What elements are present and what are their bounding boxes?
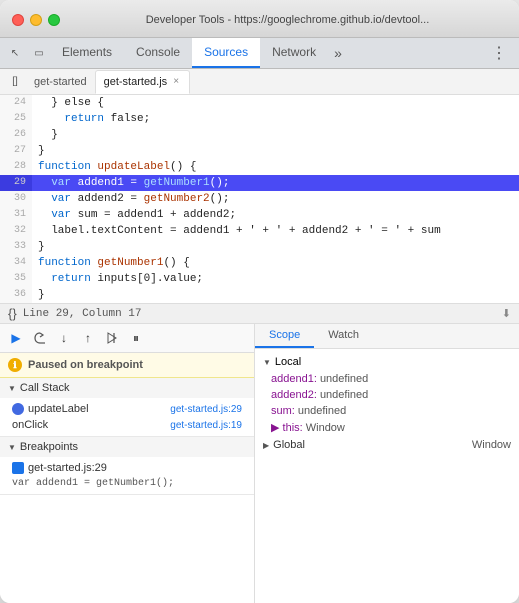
code-line-24: 24 } else {	[0, 95, 519, 111]
breakpoints-header[interactable]: ▼ Breakpoints	[0, 437, 254, 457]
devtools-tabs: Elements Console Sources Network »	[50, 38, 483, 68]
scope-var-addend2: addend2: undefined	[255, 387, 519, 403]
cursor-icon[interactable]: ↖	[4, 42, 26, 64]
code-line-30: 30 var addend2 = getNumber2();	[0, 191, 519, 207]
stack-fn-2: onClick	[12, 419, 166, 431]
tab-bar-left: ↖ ▭	[4, 42, 50, 64]
paused-text: Paused on breakpoint	[28, 359, 143, 371]
call-stack-content: updateLabel get-started.js:29 onClick ge…	[0, 398, 254, 436]
cursor-brace-icon: {}	[8, 306, 17, 321]
debugger-toolbar: ▶ ↓ ↑	[0, 324, 254, 353]
tab-network[interactable]: Network	[260, 38, 328, 68]
code-line-35: 35 return inputs[0].value;	[0, 271, 519, 287]
devtools-tab-bar: ↖ ▭ Elements Console Sources Network » ⋮	[0, 38, 519, 69]
stack-file-1: get-started.js:29	[170, 404, 242, 415]
global-title: Global	[273, 439, 305, 451]
tab-watch[interactable]: Watch	[314, 324, 373, 348]
code-line-36: 36 }	[0, 287, 519, 303]
stack-item-updatelabel[interactable]: updateLabel get-started.js:29	[8, 401, 246, 417]
tab-sources[interactable]: Sources	[192, 38, 260, 68]
file-tab-bar: [] get-started get-started.js ×	[0, 69, 519, 95]
scope-var-sum: sum: undefined	[255, 403, 519, 419]
code-line-32: 32 label.textContent = addend1 + ' + ' +…	[0, 223, 519, 239]
global-section-header[interactable]: ▶ Global Window	[255, 436, 519, 454]
breakpoints-section: ▼ Breakpoints get-started.js:29 var adde…	[0, 437, 254, 495]
stack-item-icon-1	[12, 403, 24, 415]
breakpoint-checkbox-1[interactable]	[12, 462, 24, 474]
main-area: 24 } else { 25 return false; 26 } 27 } 2…	[0, 95, 519, 603]
stack-fn-1: updateLabel	[28, 403, 166, 415]
info-icon: ℹ	[8, 358, 22, 372]
global-val: Window	[472, 439, 511, 451]
code-line-34: 34 function getNumber1() {	[0, 255, 519, 271]
resume-button[interactable]: ▶	[6, 328, 26, 348]
call-stack-section: ▼ Call Stack updateLabel get-started.js:…	[0, 378, 254, 437]
code-line-33: 33 }	[0, 239, 519, 255]
scope-var-addend1: addend1: undefined	[255, 371, 519, 387]
bottom-panel: ▶ ↓ ↑	[0, 323, 519, 603]
global-triangle: ▶	[263, 441, 269, 450]
window-title: Developer Tools - https://googlechrome.g…	[68, 14, 507, 26]
scope-panel: Scope Watch ▼ Local addend1: undefined a…	[255, 324, 519, 603]
file-navigator-toggle[interactable]: []	[4, 71, 26, 93]
scope-tab-bar: Scope Watch	[255, 324, 519, 349]
maximize-button[interactable]	[48, 14, 60, 26]
local-title: Local	[275, 356, 301, 368]
device-icon[interactable]: ▭	[28, 42, 50, 64]
code-line-26: 26 }	[0, 127, 519, 143]
call-stack-title: Call Stack	[20, 382, 70, 394]
code-line-25: 25 return false;	[0, 111, 519, 127]
step-out-button[interactable]: ↑	[78, 328, 98, 348]
tab-elements[interactable]: Elements	[50, 38, 124, 68]
call-stack-header[interactable]: ▼ Call Stack	[0, 378, 254, 398]
code-editor[interactable]: 24 } else { 25 return false; 26 } 27 } 2…	[0, 95, 519, 303]
breakpoint-item-1[interactable]: get-started.js:29	[8, 460, 246, 476]
debugger-panel: ▶ ↓ ↑	[0, 324, 255, 603]
step-into-button[interactable]: ↓	[54, 328, 74, 348]
step-over-button[interactable]	[30, 328, 50, 348]
code-line-31: 31 var sum = addend1 + addend2;	[0, 207, 519, 223]
devtools-menu-button[interactable]: ⋮	[483, 43, 515, 63]
tabs-more-button[interactable]: »	[328, 45, 348, 61]
title-bar: Developer Tools - https://googlechrome.g…	[0, 0, 519, 38]
stack-file-2: get-started.js:19	[170, 420, 242, 431]
tab-console[interactable]: Console	[124, 38, 192, 68]
file-tab-get-started[interactable]: get-started	[26, 70, 95, 94]
code-line-28: 28 function updateLabel() {	[0, 159, 519, 175]
call-stack-triangle: ▼	[8, 384, 16, 393]
cursor-status-bar: {} Line 29, Column 17 ⬇	[0, 303, 519, 323]
traffic-lights	[12, 14, 60, 26]
scope-content: ▼ Local addend1: undefined addend2: unde…	[255, 349, 519, 603]
file-tab-get-started-js[interactable]: get-started.js ×	[95, 70, 190, 94]
paused-banner: ℹ Paused on breakpoint	[0, 353, 254, 378]
local-triangle: ▼	[263, 358, 271, 367]
code-line-27: 27 }	[0, 143, 519, 159]
stack-item-onclick[interactable]: onClick get-started.js:19	[8, 417, 246, 433]
breakpoints-triangle: ▼	[8, 443, 16, 452]
breakpoints-title: Breakpoints	[20, 441, 78, 453]
cursor-position: Line 29, Column 17	[23, 308, 496, 320]
pause-exceptions-button[interactable]: ⏸	[126, 328, 146, 348]
local-section-header[interactable]: ▼ Local	[255, 353, 519, 371]
devtools-window: Developer Tools - https://googlechrome.g…	[0, 0, 519, 603]
close-button[interactable]	[12, 14, 24, 26]
breakpoint-label-1: get-started.js:29	[28, 462, 107, 474]
minimize-button[interactable]	[30, 14, 42, 26]
tab-scope[interactable]: Scope	[255, 324, 314, 348]
step-button[interactable]	[102, 328, 122, 348]
code-line-29: 29 var addend1 = getNumber1();	[0, 175, 519, 191]
scope-var-this[interactable]: ▶ this: Window	[255, 419, 519, 436]
scroll-indicator: ⬇	[502, 307, 511, 320]
breakpoints-content: get-started.js:29 var addend1 = getNumbe…	[0, 457, 254, 494]
file-tab-close-icon[interactable]: ×	[171, 76, 181, 87]
breakpoint-code-1: var addend1 = getNumber1();	[8, 476, 246, 491]
